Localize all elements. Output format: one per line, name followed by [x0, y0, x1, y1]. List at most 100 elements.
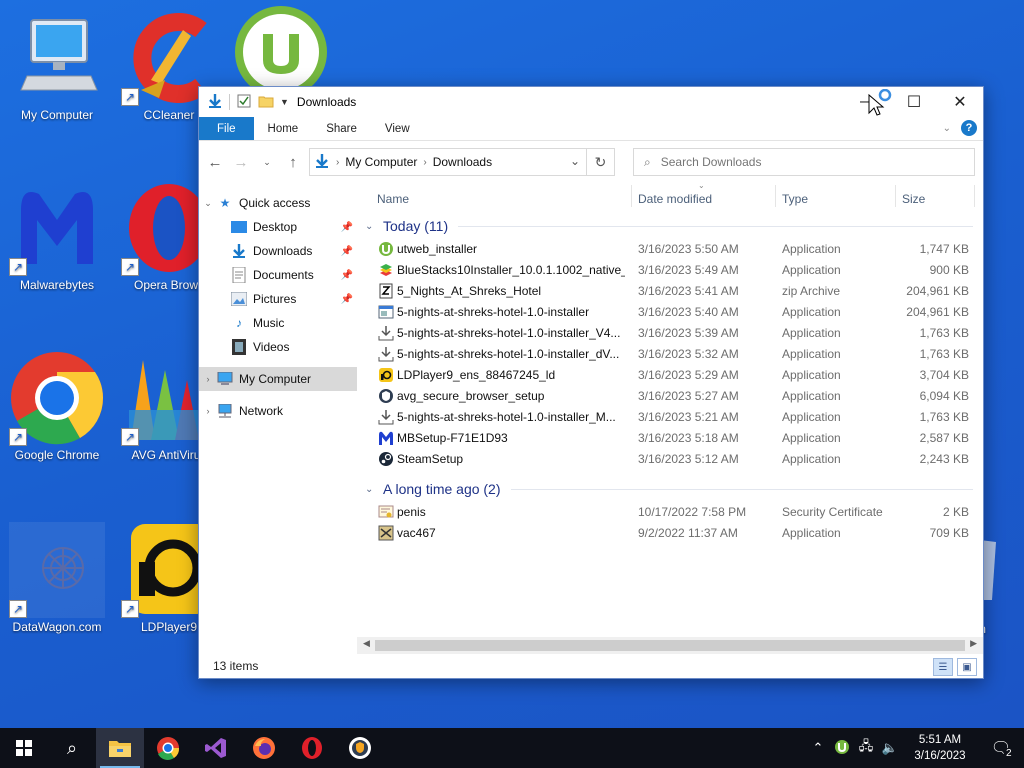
new-folder-icon[interactable] [258, 93, 274, 112]
table-row[interactable]: avg_secure_browser_setup 3/16/2023 5:27 … [357, 386, 983, 407]
table-row[interactable]: 5-nights-at-shreks-hotel-1.0-installer_V… [357, 323, 983, 344]
file-type: Application [782, 389, 841, 403]
utorrent-tray-icon[interactable] [830, 739, 854, 758]
tab-home[interactable]: Home [254, 117, 313, 140]
nav-desktop[interactable]: Desktop 📌 [199, 215, 357, 239]
installer-window-icon [378, 305, 394, 319]
taskbar-firefox[interactable] [240, 728, 288, 768]
address-bar[interactable]: › My Computer › Downloads ⌄ ↻ [309, 148, 615, 176]
desktop-icon-google-chrome[interactable]: ↗ Google Chrome [2, 350, 112, 462]
customize-toolbar-chevron-icon[interactable]: ▼ [280, 97, 289, 107]
column-name[interactable]: Name [377, 192, 409, 206]
scroll-left-icon[interactable]: ◀ [363, 638, 370, 649]
details-view-icon[interactable]: ☰ [933, 658, 953, 676]
nav-quick-access[interactable]: ⌄ ★ Quick access [199, 191, 357, 215]
file-type: Application [782, 431, 841, 445]
table-row[interactable]: LDPlayer9_ens_88467245_ld 3/16/2023 5:29… [357, 365, 983, 386]
search-box[interactable]: ⌕ [633, 148, 975, 176]
table-row[interactable]: 5_Nights_At_Shreks_Hotel 3/16/2023 5:41 … [357, 281, 983, 302]
scrollbar-thumb[interactable] [375, 640, 965, 651]
maximize-button[interactable]: ☐ [891, 87, 937, 117]
search-input[interactable] [660, 155, 941, 169]
back-button[interactable]: ← [205, 154, 225, 171]
taskbar-opera[interactable] [288, 728, 336, 768]
table-row[interactable]: BlueStacks10Installer_10.0.1.1002_native… [357, 260, 983, 281]
column-separator[interactable] [895, 185, 896, 207]
table-row[interactable]: 5-nights-at-shreks-hotel-1.0-installer_d… [357, 344, 983, 365]
refresh-button[interactable]: ↻ [586, 149, 614, 175]
column-separator[interactable] [631, 185, 632, 207]
show-hidden-icons-chevron-icon[interactable]: ⌃ [806, 740, 830, 756]
nav-pictures[interactable]: Pictures 📌 [199, 287, 357, 311]
desktop-icon-my-computer[interactable]: My Computer [2, 10, 112, 122]
group-collapse-chevron-icon[interactable]: ⌄ [365, 221, 377, 232]
expanded-chevron-icon[interactable]: ⌄ [199, 198, 217, 209]
properties-icon[interactable] [236, 93, 252, 112]
column-separator[interactable] [775, 185, 776, 207]
table-row[interactable]: 5-nights-at-shreks-hotel-1.0-installer 3… [357, 302, 983, 323]
forward-button[interactable]: → [231, 154, 251, 171]
nav-documents[interactable]: Documents 📌 [199, 263, 357, 287]
status-bar: 13 items ☰ ▣ [199, 654, 983, 678]
videos-folder-icon [231, 339, 247, 355]
desktop-icon-datawagon[interactable]: ↗ DataWagon.com [2, 522, 112, 634]
volume-icon[interactable]: 🔈 [878, 740, 902, 756]
action-center-button[interactable]: 🗨 2 [978, 728, 1024, 768]
column-type[interactable]: Type [782, 192, 808, 206]
pin-icon: 📌 [340, 293, 353, 305]
file-size: 1,763 KB [919, 410, 969, 424]
taskbar-visual-studio[interactable] [192, 728, 240, 768]
music-note-icon: ♪ [236, 316, 242, 330]
tab-file[interactable]: File [199, 117, 254, 140]
nav-music[interactable]: ♪ Music [199, 311, 357, 335]
nav-downloads[interactable]: Downloads 📌 [199, 239, 357, 263]
file-size: 3,704 KB [919, 368, 969, 382]
help-icon[interactable]: ? [961, 120, 977, 136]
shortcut-arrow-icon: ↗ [9, 258, 27, 276]
nav-network[interactable]: › Network [199, 399, 357, 423]
close-button[interactable]: ✕ [937, 87, 983, 117]
taskbar-avg-browser[interactable] [336, 728, 384, 768]
nav-my-computer[interactable]: › My Computer [199, 367, 357, 391]
tab-view[interactable]: View [371, 117, 424, 140]
group-header-long-time-ago[interactable]: ⌄ A long time ago (2) [357, 476, 983, 502]
large-icons-view-icon[interactable]: ▣ [957, 658, 977, 676]
tab-share[interactable]: Share [312, 117, 371, 140]
table-row[interactable]: MBSetup-F71E1D93 3/16/2023 5:18 AM Appli… [357, 428, 983, 449]
breadcrumb-my-computer[interactable]: My Computer [345, 155, 417, 169]
column-date-modified[interactable]: Date modified [638, 192, 712, 206]
start-button[interactable] [0, 728, 48, 768]
desktop-icon-malwarebytes[interactable]: ↗ Malwarebytes [2, 180, 112, 292]
clock[interactable]: 5:51 AM 3/16/2023 [902, 732, 978, 764]
network-icon[interactable]: 🖧 [854, 737, 878, 759]
up-button[interactable]: ↑ [283, 154, 303, 171]
table-row[interactable]: 5-nights-at-shreks-hotel-1.0-installer_M… [357, 407, 983, 428]
column-separator[interactable] [974, 185, 975, 207]
recent-locations-chevron-icon[interactable]: ⌄ [257, 157, 277, 168]
table-row[interactable]: SteamSetup 3/16/2023 5:12 AM Application… [357, 449, 983, 470]
expand-ribbon-chevron-icon[interactable]: ⌄ [943, 123, 951, 134]
file-type: Application [782, 410, 841, 424]
file-date: 3/16/2023 5:29 AM [638, 368, 739, 382]
group-header-today[interactable]: ⌄ Today (11) [357, 213, 983, 239]
file-date: 10/17/2022 7:58 PM [638, 505, 747, 519]
desktop-icon-label: DataWagon.com [12, 620, 102, 634]
column-size[interactable]: Size [902, 192, 925, 206]
collapsed-chevron-icon[interactable]: › [199, 374, 217, 384]
group-collapse-chevron-icon[interactable]: ⌄ [365, 484, 377, 495]
file-size: 2 KB [942, 505, 969, 519]
breadcrumb-downloads[interactable]: Downloads [433, 155, 492, 169]
table-row[interactable]: utweb_installer 3/16/2023 5:50 AM Applic… [357, 239, 983, 260]
file-name: vac467 [397, 526, 436, 540]
table-row[interactable]: vac467 9/2/2022 11:37 AM Application 709… [357, 523, 983, 544]
search-button[interactable]: ⌕ [48, 728, 96, 768]
table-row[interactable]: penis 10/17/2022 7:58 PM Security Certif… [357, 502, 983, 523]
address-dropdown-icon[interactable]: ⌄ [570, 154, 580, 168]
taskbar-file-explorer[interactable] [96, 728, 144, 768]
taskbar-chrome[interactable] [144, 728, 192, 768]
collapsed-chevron-icon[interactable]: › [199, 406, 217, 416]
horizontal-scrollbar[interactable]: ◀ ▶ [357, 637, 983, 654]
scroll-right-icon[interactable]: ▶ [970, 638, 977, 649]
minimize-button[interactable]: — [845, 87, 892, 117]
nav-videos[interactable]: Videos [199, 335, 357, 359]
